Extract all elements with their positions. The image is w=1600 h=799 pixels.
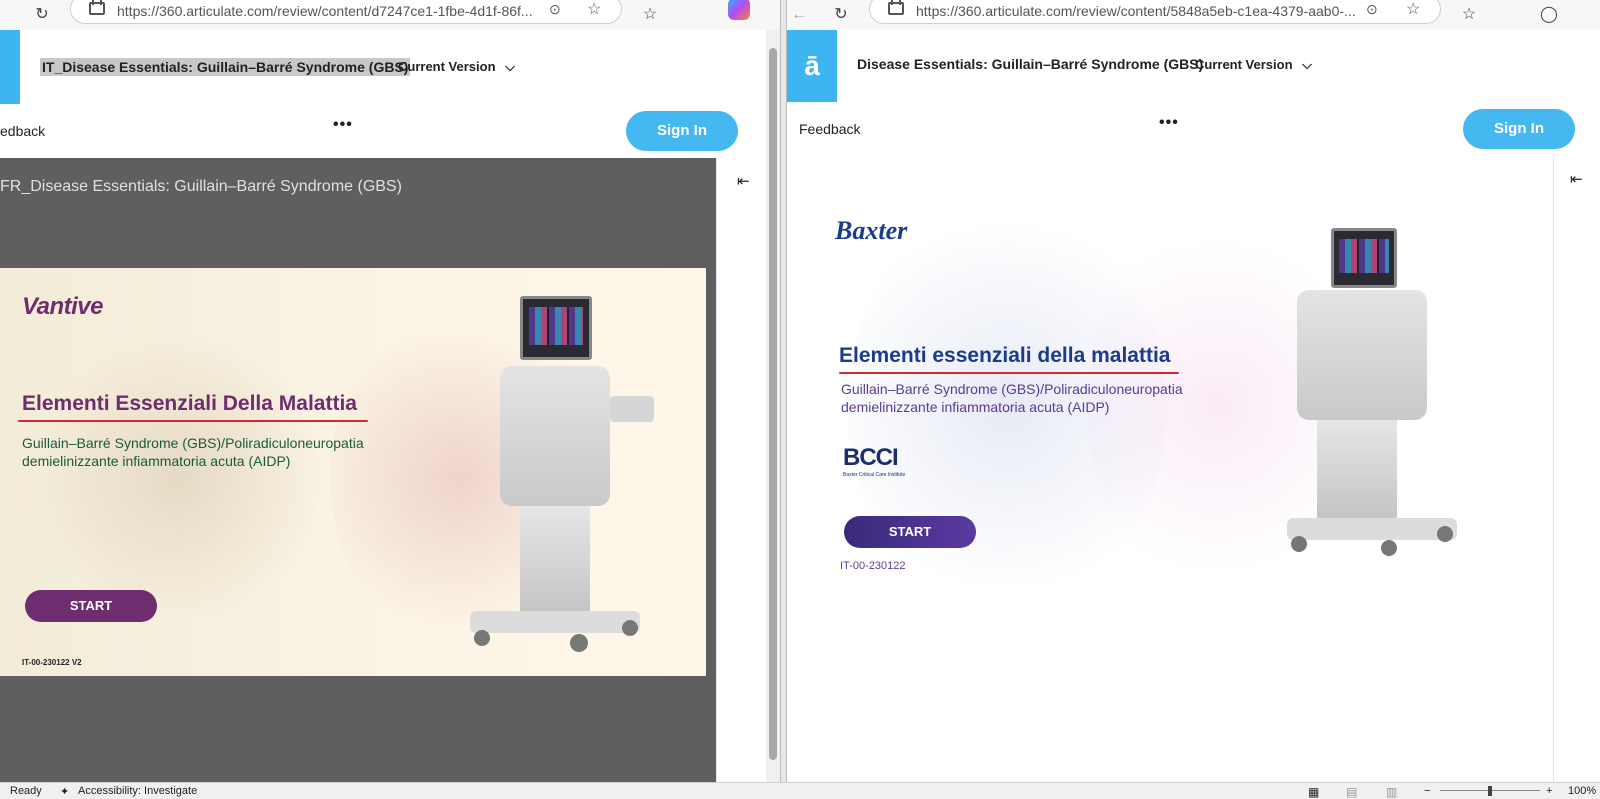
left-version-label: Current Version — [398, 59, 496, 74]
lock-icon — [89, 0, 105, 15]
right-side-panel: ⇤ — [1553, 156, 1600, 782]
right-machine-base — [1287, 518, 1457, 540]
right-address-toolbar: ← ↻ https://360.articulate.com/review/co… — [787, 0, 1600, 31]
right-url-field[interactable]: https://360.articulate.com/review/conten… — [869, 0, 1441, 24]
right-sign-in-button[interactable]: Sign In — [1463, 109, 1575, 149]
zoom-out-icon[interactable]: − — [1424, 785, 1430, 797]
left-start-button[interactable]: START — [25, 590, 157, 622]
right-subtitle-line-1: Guillain–Barré Syndrome (GBS)/Poliradicu… — [841, 381, 1183, 397]
right-version-label: Current Version — [1195, 57, 1293, 72]
accessibility-status[interactable]: Accessibility: Investigate — [78, 785, 197, 797]
status-bar: Ready ✦ Accessibility: Investigate ▦ ▤ ▥… — [0, 782, 1600, 799]
collapse-panel-icon[interactable]: ⇤ — [737, 172, 750, 190]
left-machine-screen — [520, 296, 592, 360]
window-divider[interactable] — [780, 0, 787, 782]
normal-view-icon[interactable]: ▦ — [1308, 785, 1319, 799]
right-doc-title: Disease Essentials: Guillain–Barré Syndr… — [857, 56, 1204, 72]
right-sub-toolbar: Feedback ••• Sign In — [787, 102, 1600, 157]
page-break-icon[interactable]: ▥ — [1386, 785, 1397, 799]
left-slide-header: FR_Disease Essentials: Guillain–Barré Sy… — [0, 178, 402, 195]
right-version-dropdown[interactable]: Current Version ⌵ — [1195, 57, 1312, 73]
star-icon[interactable]: ☆ — [1406, 0, 1420, 19]
reader-icon[interactable]: ⊙ — [549, 1, 561, 18]
left-therapy-machine-image — [470, 296, 670, 656]
kidney-illustration — [40, 328, 320, 628]
collapse-panel-icon[interactable]: ⇤ — [1570, 170, 1583, 188]
left-subtitle-line-2: demielinizzante infiammatoria acuta (AID… — [22, 453, 291, 469]
lock-icon — [888, 0, 904, 15]
zoom-slider-thumb[interactable] — [1488, 786, 1492, 796]
chevron-down-icon: ⌵ — [505, 59, 516, 74]
left-scrollbar[interactable] — [766, 30, 780, 782]
right-machine-screen — [1331, 228, 1397, 288]
left-doc-title: IT_Disease Essentials: Guillain–Barré Sy… — [40, 58, 411, 76]
left-machine-bags — [520, 506, 590, 616]
left-slide-code: IT-00-230122 V2 — [22, 658, 82, 667]
favorites-icon[interactable]: ☆ — [640, 5, 660, 25]
articulate-logo-icon: ā — [787, 30, 837, 102]
articulate-logo-icon — [0, 30, 20, 104]
left-url-text: https://360.articulate.com/review/conten… — [117, 3, 533, 19]
left-scrollbar-thumb[interactable] — [769, 48, 777, 760]
accessibility-icon: ✦ — [60, 786, 70, 798]
status-ready: Ready — [10, 785, 42, 797]
back-arrow-icon[interactable]: ← — [789, 5, 809, 25]
right-browser-window: ← ↻ https://360.articulate.com/review/co… — [787, 0, 1600, 782]
right-title-underline — [839, 372, 1179, 374]
right-slide-code: IT-00-230122 — [840, 560, 906, 572]
left-more-menu-icon[interactable]: ••• — [333, 116, 353, 134]
right-url-text: https://360.articulate.com/review/conten… — [916, 3, 1356, 19]
left-version-dropdown[interactable]: Current Version ⌵ — [398, 59, 515, 75]
left-address-toolbar: ↻ https://360.articulate.com/review/cont… — [0, 0, 780, 31]
left-machine-base — [470, 611, 640, 633]
right-feedback-link[interactable]: Feedback — [799, 121, 860, 137]
baxter-logo: Baxter — [835, 216, 908, 245]
right-machine-body — [1297, 290, 1427, 420]
right-subtitle: Guillain–Barré Syndrome (GBS)/Poliradicu… — [841, 380, 1183, 416]
refresh-icon[interactable]: ↻ — [831, 5, 851, 25]
left-machine-tray — [610, 396, 654, 422]
left-sign-in-button[interactable]: Sign In — [626, 111, 738, 151]
right-more-menu-icon[interactable]: ••• — [1159, 114, 1179, 132]
left-sub-toolbar: edback ••• Sign In — [0, 104, 780, 159]
reader-icon[interactable]: ⊙ — [1366, 1, 1378, 18]
favorites-icon[interactable]: ☆ — [1459, 5, 1479, 25]
right-slide: Baxter Elementi essenziali della malatti… — [787, 156, 1553, 782]
left-browser-window: ↻ https://360.articulate.com/review/cont… — [0, 0, 780, 782]
left-subtitle-line-1: Guillain–Barré Syndrome (GBS)/Poliradicu… — [22, 435, 364, 451]
right-main-title: Elementi essenziali della malattia — [839, 344, 1171, 367]
right-therapy-machine-image — [1277, 228, 1477, 568]
left-title-underline — [18, 420, 368, 422]
left-main-title: Elementi Essenziali Della Malattia — [22, 392, 357, 415]
bcci-logo-text: BCCI — [843, 444, 899, 471]
left-side-panel: ⇤ — [716, 158, 767, 782]
zoom-level: 100% — [1568, 785, 1597, 797]
vantive-logo: Vantive — [22, 293, 103, 320]
left-subtitle: Guillain–Barré Syndrome (GBS)/Poliradicu… — [22, 434, 364, 470]
refresh-icon[interactable]: ↻ — [32, 5, 52, 25]
copilot-icon[interactable] — [728, 0, 750, 20]
bcci-logo: BCCI Baxter Critical Care Institute — [843, 444, 905, 478]
left-machine-body — [500, 366, 610, 506]
bcci-logo-subtext: Baxter Critical Care Institute — [843, 472, 906, 478]
left-slide: Vantive Elementi Essenziali Della Malatt… — [0, 268, 706, 676]
right-machine-bags — [1317, 420, 1397, 520]
right-app-header: ā Disease Essentials: Guillain–Barré Syn… — [787, 30, 1600, 103]
star-icon[interactable]: ☆ — [587, 0, 601, 19]
right-subtitle-line-2: demielinizzante infiammatoria acuta (AID… — [841, 399, 1110, 415]
chevron-down-icon: ⌵ — [1302, 57, 1313, 72]
left-app-header: IT_Disease Essentials: Guillain–Barré Sy… — [0, 30, 780, 105]
profile-icon[interactable]: ◯ — [1539, 5, 1559, 25]
right-start-button[interactable]: START — [844, 516, 976, 548]
zoom-in-icon[interactable]: + — [1546, 785, 1552, 797]
page-layout-icon[interactable]: ▤ — [1346, 785, 1357, 799]
left-feedback-link[interactable]: edback — [0, 123, 45, 139]
left-url-field[interactable]: https://360.articulate.com/review/conten… — [70, 0, 622, 24]
